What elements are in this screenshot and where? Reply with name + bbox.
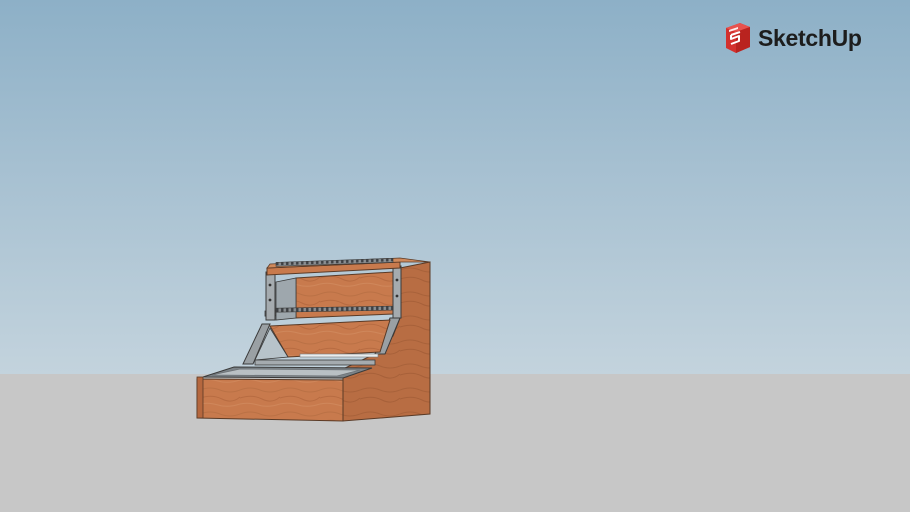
- middle-tier-strip: [299, 353, 379, 358]
- wooden-rack-model: [196, 257, 431, 422]
- rail-screw: [268, 283, 272, 287]
- bottom-left-edge: [196, 376, 204, 419]
- middle-tier-back-panel: [269, 319, 391, 358]
- top-tier-left-opening: [275, 277, 297, 321]
- rack-cabinet: [196, 257, 431, 422]
- top-tier-left-rail: [265, 271, 276, 321]
- bottom-tray-inner: [211, 368, 361, 377]
- rail-screw: [395, 294, 399, 298]
- rail-screw: [395, 278, 399, 282]
- middle-tier-bottom-rail: [254, 359, 376, 366]
- top-tier-right-rail: [392, 265, 402, 319]
- sketchup-viewport: SketchUp: [0, 0, 910, 512]
- rail-screw: [268, 298, 272, 302]
- bottom-front-panel: [196, 378, 344, 422]
